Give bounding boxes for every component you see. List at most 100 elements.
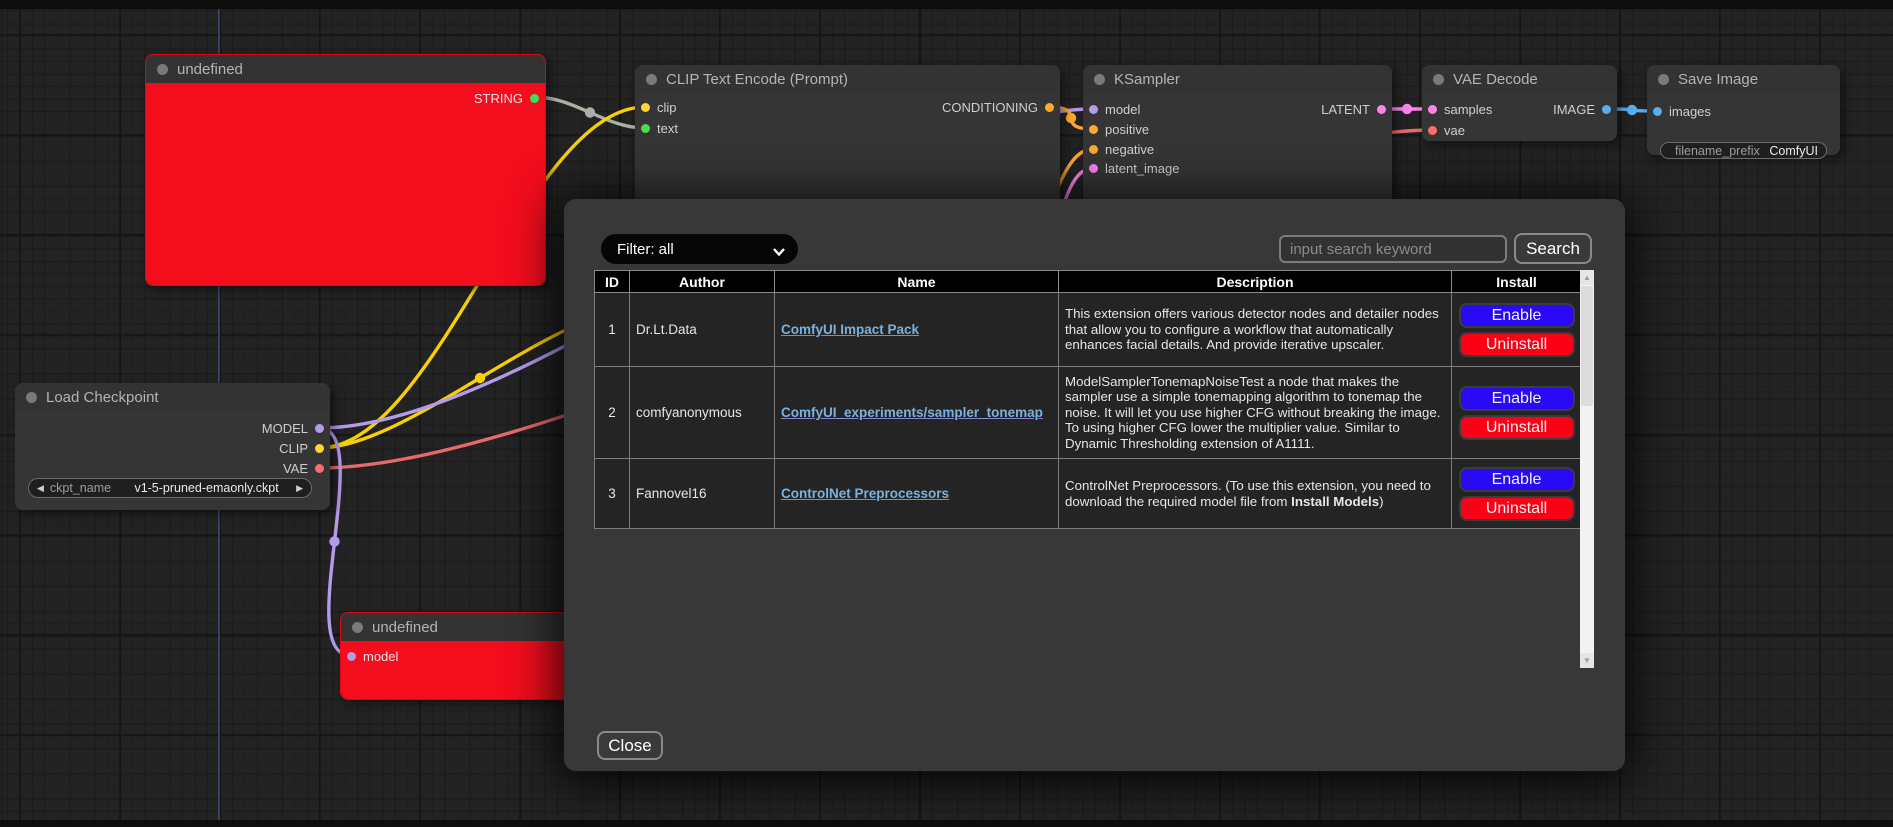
column-header-name: Name bbox=[775, 271, 1059, 293]
input-slot-images[interactable]: images bbox=[1653, 103, 1711, 120]
slot-label: CONDITIONING bbox=[942, 100, 1038, 115]
enable-button[interactable]: Enable bbox=[1459, 467, 1575, 492]
node-title-bar[interactable]: undefined bbox=[146, 55, 545, 83]
node-collapse-dot-icon[interactable] bbox=[157, 64, 168, 75]
cell-id: 1 bbox=[595, 293, 630, 367]
input-slot-positive[interactable]: positive bbox=[1089, 121, 1149, 138]
cell-install: Enable Uninstall bbox=[1452, 367, 1582, 459]
node-title: VAE Decode bbox=[1453, 71, 1538, 88]
extension-row: 2comfyanonymousComfyUI_experiments/sampl… bbox=[595, 367, 1582, 459]
slot-label: vae bbox=[1444, 123, 1465, 138]
node-collapse-dot-icon[interactable] bbox=[646, 74, 657, 85]
filter-select[interactable]: Filter: all bbox=[601, 234, 798, 264]
extension-link[interactable]: ComfyUI Impact Pack bbox=[781, 322, 919, 337]
extension-link[interactable]: ComfyUI_experiments/sampler_tonemap bbox=[781, 405, 1043, 420]
scroll-down-icon[interactable]: ▼ bbox=[1580, 653, 1594, 668]
widget-value[interactable]: v1-5-pruned-emaonly.ckpt bbox=[117, 481, 296, 495]
output-port-icon[interactable] bbox=[530, 94, 539, 103]
output-slot-VAE[interactable]: VAE bbox=[283, 460, 324, 477]
scrollbar-thumb[interactable] bbox=[1581, 286, 1593, 406]
node-title: undefined bbox=[177, 61, 243, 78]
input-port-icon[interactable] bbox=[641, 103, 650, 112]
uninstall-button[interactable]: Uninstall bbox=[1459, 415, 1575, 440]
scroll-up-icon[interactable]: ▲ bbox=[1580, 270, 1594, 285]
node-undefined-top[interactable]: undefined STRING bbox=[145, 54, 546, 286]
widget-value[interactable]: ComfyUI bbox=[1766, 144, 1818, 158]
input-port-icon[interactable] bbox=[1089, 125, 1098, 134]
input-port-icon[interactable] bbox=[347, 652, 356, 661]
slot-label: CLIP bbox=[279, 441, 308, 456]
table-scrollbar[interactable]: ▲ ▼ bbox=[1580, 270, 1594, 668]
cell-install: Enable Uninstall bbox=[1452, 459, 1582, 529]
extensions-table: IDAuthorNameDescriptionInstall 1Dr.Lt.Da… bbox=[594, 270, 1582, 529]
node-collapse-dot-icon[interactable] bbox=[352, 622, 363, 633]
widget-ckpt_name[interactable]: ◀ckpt_namev1-5-pruned-emaonly.ckpt▶ bbox=[28, 478, 312, 498]
input-port-icon[interactable] bbox=[1089, 145, 1098, 154]
node-collapse-dot-icon[interactable] bbox=[1094, 74, 1105, 85]
output-port-icon[interactable] bbox=[315, 444, 324, 453]
node-body bbox=[146, 83, 545, 285]
input-port-icon[interactable] bbox=[1089, 105, 1098, 114]
cell-id: 3 bbox=[595, 459, 630, 529]
node-collapse-dot-icon[interactable] bbox=[1433, 74, 1444, 85]
input-port-icon[interactable] bbox=[1428, 126, 1437, 135]
input-port-icon[interactable] bbox=[1653, 107, 1662, 116]
input-port-icon[interactable] bbox=[1428, 105, 1437, 114]
output-slot-LATENT[interactable]: LATENT bbox=[1321, 101, 1386, 118]
input-slot-model[interactable]: model bbox=[347, 648, 398, 665]
input-slot-model[interactable]: model bbox=[1089, 101, 1140, 118]
input-port-icon[interactable] bbox=[1089, 164, 1098, 173]
output-port-icon[interactable] bbox=[315, 464, 324, 473]
node-title-bar[interactable]: Load Checkpoint bbox=[15, 383, 330, 411]
node-collapse-dot-icon[interactable] bbox=[1658, 74, 1669, 85]
output-port-icon[interactable] bbox=[1377, 105, 1386, 114]
output-slot-IMAGE[interactable]: IMAGE bbox=[1553, 101, 1611, 118]
enable-button[interactable]: Enable bbox=[1459, 386, 1575, 411]
output-port-icon[interactable] bbox=[315, 424, 324, 433]
uninstall-button[interactable]: Uninstall bbox=[1459, 496, 1575, 521]
widget-left-arrow-icon[interactable]: ◀ bbox=[37, 483, 44, 494]
node-collapse-dot-icon[interactable] bbox=[26, 392, 37, 403]
output-slot-STRING[interactable]: STRING bbox=[474, 90, 539, 107]
column-header-author: Author bbox=[630, 271, 775, 293]
extension-link[interactable]: ControlNet Preprocessors bbox=[781, 486, 949, 501]
node-title: undefined bbox=[372, 619, 438, 636]
cell-author: Dr.Lt.Data bbox=[630, 293, 775, 367]
input-slot-text[interactable]: text bbox=[641, 120, 678, 137]
slot-label: model bbox=[363, 649, 398, 664]
extensions-table-body: 1Dr.Lt.DataComfyUI Impact PackThis exten… bbox=[595, 293, 1582, 529]
input-slot-latent_image[interactable]: latent_image bbox=[1089, 160, 1179, 177]
widget-right-arrow-icon[interactable]: ▶ bbox=[296, 483, 303, 494]
search-button[interactable]: Search bbox=[1514, 233, 1592, 264]
node-title-bar[interactable]: CLIP Text Encode (Prompt) bbox=[635, 65, 1060, 93]
node-title-bar[interactable]: VAE Decode bbox=[1422, 65, 1617, 93]
node-load-checkpoint[interactable]: Load Checkpoint MODEL CLIP VAE◀ckpt_namev1-… bbox=[15, 383, 330, 510]
input-port-icon[interactable] bbox=[641, 124, 650, 133]
slot-label: negative bbox=[1105, 142, 1154, 157]
cell-description: ModelSamplerTonemapNoiseTest a node that… bbox=[1059, 367, 1452, 459]
close-button[interactable]: Close bbox=[597, 731, 663, 760]
node-ksampler[interactable]: KSampler model positive negative latent_imag… bbox=[1083, 65, 1392, 205]
output-port-icon[interactable] bbox=[1602, 105, 1611, 114]
input-slot-clip[interactable]: clip bbox=[641, 99, 677, 116]
widget-filename_prefix[interactable]: filename_prefixComfyUI bbox=[1660, 142, 1827, 159]
uninstall-button[interactable]: Uninstall bbox=[1459, 332, 1575, 357]
node-title-bar[interactable]: KSampler bbox=[1083, 65, 1392, 93]
output-port-icon[interactable] bbox=[1045, 103, 1054, 112]
enable-button[interactable]: Enable bbox=[1459, 303, 1575, 328]
node-clip-text-encode[interactable]: CLIP Text Encode (Prompt) clip text CONDITI… bbox=[635, 65, 1060, 205]
node-title-bar[interactable]: Save Image bbox=[1647, 65, 1840, 93]
table-header-row: IDAuthorNameDescriptionInstall bbox=[595, 271, 1582, 293]
input-slot-vae[interactable]: vae bbox=[1428, 122, 1465, 139]
input-slot-samples[interactable]: samples bbox=[1428, 101, 1492, 118]
output-slot-MODEL[interactable]: MODEL bbox=[262, 420, 324, 437]
output-slot-CONDITIONING[interactable]: CONDITIONING bbox=[942, 99, 1054, 116]
extension-row: 3Fannovel16ControlNet PreprocessorsContr… bbox=[595, 459, 1582, 529]
cell-id: 2 bbox=[595, 367, 630, 459]
search-input[interactable] bbox=[1279, 235, 1507, 263]
node-vae-decode[interactable]: VAE Decode samples vae IMAGE bbox=[1422, 65, 1617, 141]
output-slot-CLIP[interactable]: CLIP bbox=[279, 440, 324, 457]
node-save-image[interactable]: Save Imageimagesfilename_prefixComfyUI bbox=[1647, 65, 1840, 155]
input-slot-negative[interactable]: negative bbox=[1089, 141, 1154, 158]
column-header-install: Install bbox=[1452, 271, 1582, 293]
